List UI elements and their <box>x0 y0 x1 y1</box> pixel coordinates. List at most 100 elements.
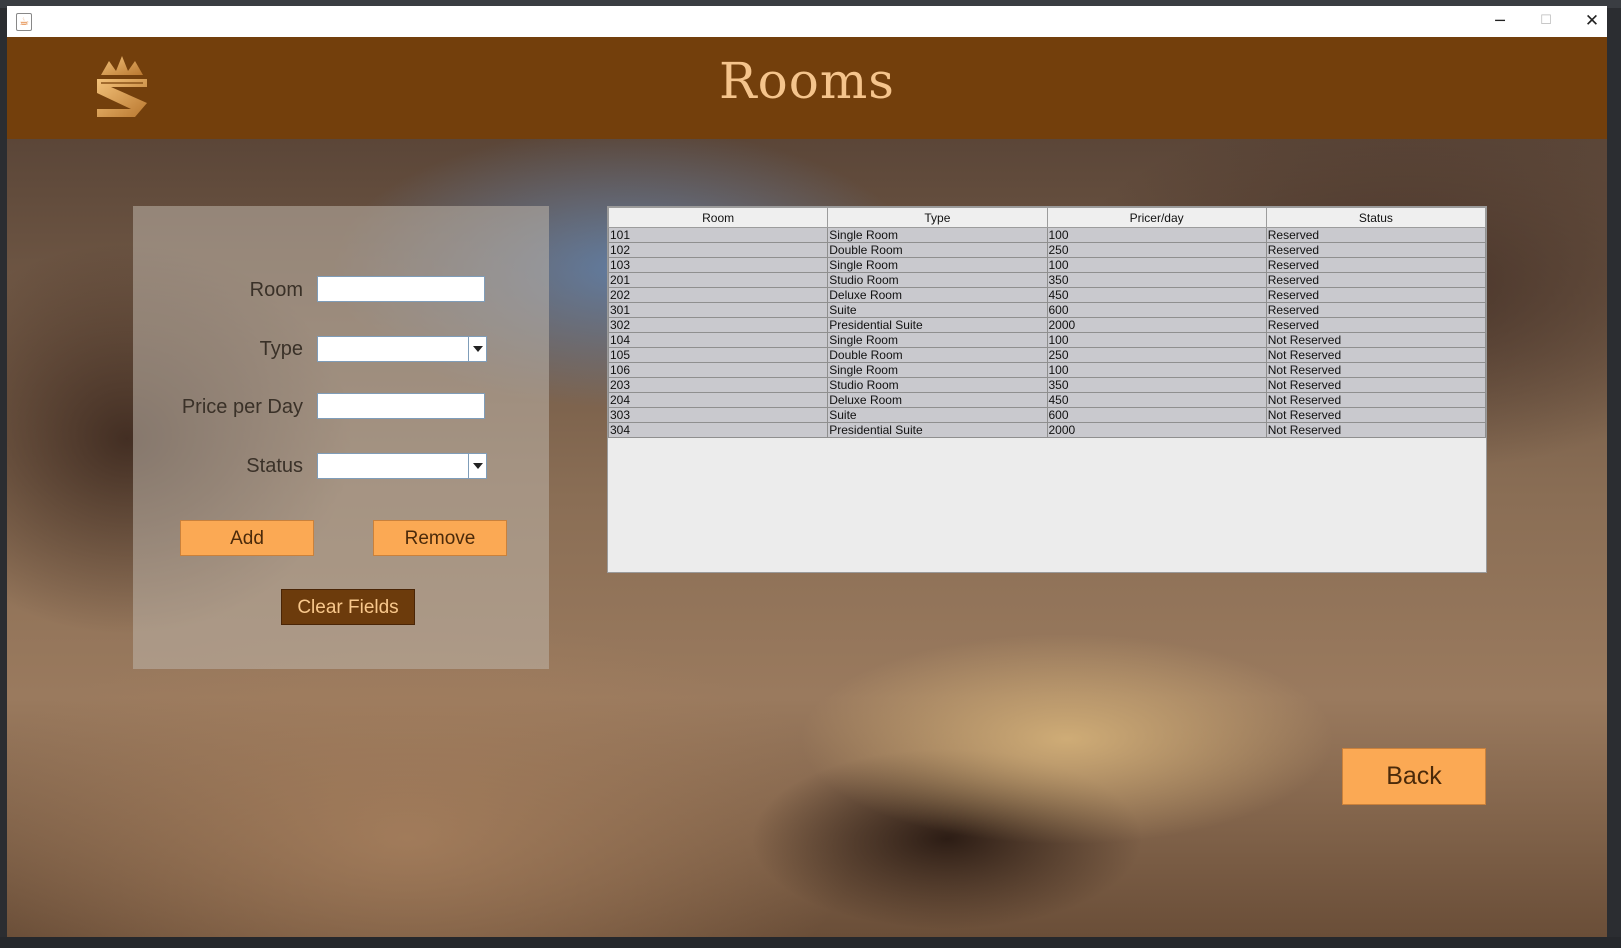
price-cell[interactable]: 600 <box>1046 407 1267 423</box>
type-cell[interactable]: Single Room <box>827 257 1048 273</box>
status-cell[interactable]: Reserved <box>1265 317 1487 333</box>
add-button[interactable]: Add <box>180 520 314 556</box>
price-cell[interactable]: 250 <box>1046 347 1267 363</box>
maximize-button[interactable]: ☐ <box>1523 6 1569 37</box>
room-cell[interactable]: 301 <box>607 302 829 318</box>
column-header-type[interactable]: Type <box>827 207 1048 228</box>
status-cell[interactable]: Reserved <box>1265 227 1487 243</box>
status-cell[interactable]: Reserved <box>1265 272 1487 288</box>
status-cell[interactable]: Not Reserved <box>1265 332 1487 348</box>
price-cell[interactable]: 250 <box>1046 242 1267 258</box>
price-cell[interactable]: 2000 <box>1046 317 1267 333</box>
column-header-room[interactable]: Room <box>607 207 829 228</box>
price-cell[interactable]: 100 <box>1046 362 1267 378</box>
taskbar <box>0 937 1621 948</box>
type-cell[interactable]: Single Room <box>827 332 1048 348</box>
chevron-down-icon[interactable] <box>468 454 486 478</box>
price-cell[interactable]: 450 <box>1046 392 1267 408</box>
price-cell[interactable]: 100 <box>1046 227 1267 243</box>
table-body: 101 Single Room 100 Reserved 102 Double Room 2… <box>607 227 1487 438</box>
status-cell[interactable]: Not Reserved <box>1265 422 1487 438</box>
type-label: Type <box>259 338 303 360</box>
room-cell[interactable]: 103 <box>607 257 829 273</box>
type-cell[interactable]: Presidential Suite <box>827 317 1048 333</box>
status-cell[interactable]: Not Reserved <box>1265 347 1487 363</box>
table-row[interactable]: 304 Presidential Suite 2000 Not Reserved <box>607 422 1487 438</box>
clear-fields-button[interactable]: Clear Fields <box>281 589 415 625</box>
room-cell[interactable]: 201 <box>607 272 829 288</box>
remove-button[interactable]: Remove <box>373 520 507 556</box>
table-row[interactable]: 302 Presidential Suite 2000 Reserved <box>607 317 1487 333</box>
room-input[interactable] <box>317 276 485 302</box>
room-cell[interactable]: 202 <box>607 287 829 303</box>
status-cell[interactable]: Not Reserved <box>1265 362 1487 378</box>
minimize-button[interactable]: ─ <box>1477 6 1523 37</box>
type-combobox[interactable] <box>317 336 487 362</box>
price-cell[interactable]: 2000 <box>1046 422 1267 438</box>
type-cell[interactable]: Double Room <box>827 242 1048 258</box>
room-cell[interactable]: 304 <box>607 422 829 438</box>
price-per-day-input[interactable] <box>317 393 485 419</box>
table-row[interactable]: 301 Suite 600 Reserved <box>607 302 1487 318</box>
status-cell[interactable]: Not Reserved <box>1265 377 1487 393</box>
table-row[interactable]: 105 Double Room 250 Not Reserved <box>607 347 1487 363</box>
type-cell[interactable]: Studio Room <box>827 272 1048 288</box>
type-cell[interactable]: Single Room <box>827 362 1048 378</box>
type-cell[interactable]: Double Room <box>827 347 1048 363</box>
status-label: Status <box>246 455 303 477</box>
type-cell[interactable]: Single Room <box>827 227 1048 243</box>
room-cell[interactable]: 105 <box>607 347 829 363</box>
type-cell[interactable]: Suite <box>827 302 1048 318</box>
price-cell[interactable]: 450 <box>1046 287 1267 303</box>
type-cell[interactable]: Studio Room <box>827 377 1048 393</box>
table-row[interactable]: 202 Deluxe Room 450 Reserved <box>607 287 1487 303</box>
table-row[interactable]: 102 Double Room 250 Reserved <box>607 242 1487 258</box>
price-cell[interactable]: 350 <box>1046 377 1267 393</box>
room-cell[interactable]: 101 <box>607 227 829 243</box>
status-combobox[interactable] <box>317 453 487 479</box>
price-cell[interactable]: 100 <box>1046 257 1267 273</box>
table-row[interactable]: 201 Studio Room 350 Reserved <box>607 272 1487 288</box>
room-form-panel: Room Type Price per Day Status Add Remov… <box>133 206 549 669</box>
desktop-background-left <box>0 8 7 948</box>
chevron-down-icon[interactable] <box>468 337 486 361</box>
table-row[interactable]: 303 Suite 600 Not Reserved <box>607 407 1487 423</box>
status-cell[interactable]: Reserved <box>1265 242 1487 258</box>
price-cell[interactable]: 100 <box>1046 332 1267 348</box>
table-header-row: Room Type Pricer/day Status <box>607 207 1487 228</box>
room-cell[interactable]: 106 <box>607 362 829 378</box>
room-cell[interactable]: 203 <box>607 377 829 393</box>
type-cell[interactable]: Deluxe Room <box>827 392 1048 408</box>
price-cell[interactable]: 350 <box>1046 272 1267 288</box>
java-app-icon: ☕ <box>16 13 32 31</box>
table-row[interactable]: 204 Deluxe Room 450 Not Reserved <box>607 392 1487 408</box>
close-button[interactable]: ✕ <box>1569 6 1607 37</box>
price-cell[interactable]: 600 <box>1046 302 1267 318</box>
status-cell[interactable]: Not Reserved <box>1265 392 1487 408</box>
room-cell[interactable]: 104 <box>607 332 829 348</box>
rooms-window: ☕ ─ ☐ ✕ Rooms Room Type Price per Day St… <box>7 6 1607 937</box>
table-row[interactable]: 203 Studio Room 350 Not Reserved <box>607 377 1487 393</box>
price-per-day-label: Price per Day <box>181 396 303 418</box>
column-header-price[interactable]: Pricer/day <box>1046 207 1267 228</box>
status-cell[interactable]: Reserved <box>1265 287 1487 303</box>
rooms-table-scrollpane[interactable]: Room Type Pricer/day Status 101 Single Ro… <box>607 206 1487 573</box>
room-cell[interactable]: 102 <box>607 242 829 258</box>
room-cell[interactable]: 302 <box>607 317 829 333</box>
title-bar[interactable]: ☕ ─ ☐ ✕ <box>7 6 1607 37</box>
type-cell[interactable]: Suite <box>827 407 1048 423</box>
table-row[interactable]: 106 Single Room 100 Not Reserved <box>607 362 1487 378</box>
back-button[interactable]: Back <box>1342 748 1486 805</box>
type-cell[interactable]: Deluxe Room <box>827 287 1048 303</box>
table-row[interactable]: 101 Single Room 100 Reserved <box>607 227 1487 243</box>
rooms-table[interactable]: Room Type Pricer/day Status 101 Single Ro… <box>607 207 1487 438</box>
status-cell[interactable]: Reserved <box>1265 257 1487 273</box>
column-header-status[interactable]: Status <box>1265 207 1487 228</box>
room-cell[interactable]: 204 <box>607 392 829 408</box>
room-cell[interactable]: 303 <box>607 407 829 423</box>
type-cell[interactable]: Presidential Suite <box>827 422 1048 438</box>
status-cell[interactable]: Reserved <box>1265 302 1487 318</box>
table-row[interactable]: 103 Single Room 100 Reserved <box>607 257 1487 273</box>
table-row[interactable]: 104 Single Room 100 Not Reserved <box>607 332 1487 348</box>
status-cell[interactable]: Not Reserved <box>1265 407 1487 423</box>
